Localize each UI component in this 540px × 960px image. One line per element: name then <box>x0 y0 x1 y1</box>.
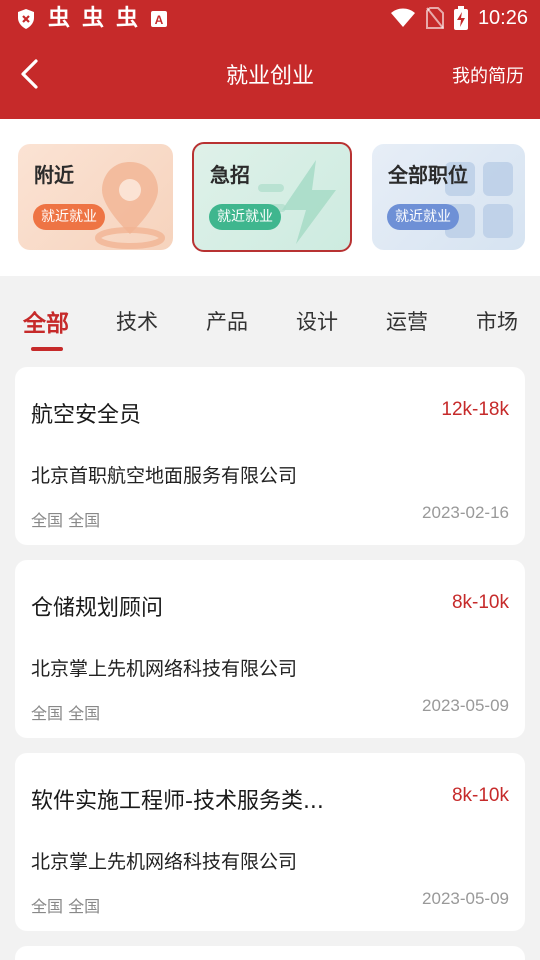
no-sim-icon <box>425 7 444 29</box>
job-card-partial[interactable] <box>15 946 525 960</box>
card-title: 急招 <box>210 163 250 187</box>
card-badge: 就近就业 <box>33 204 105 230</box>
job-salary: 8k-10k <box>451 785 509 806</box>
card-title: 附近 <box>34 163 74 187</box>
status-time: 10:26 <box>477 6 528 29</box>
shield-icon <box>18 9 34 29</box>
job-category-tabs: 全部 技术 产品 设计 运营 市场 <box>0 276 540 356</box>
job-date: 2023-02-16 <box>422 503 509 522</box>
svg-text:A: A <box>155 13 164 27</box>
job-title: 仓储规划顾问 <box>31 596 164 621</box>
status-bar: 虫 虫 虫 A 10:26 <box>0 0 540 38</box>
job-company: 北京掌上先机网络科技有限公司 <box>31 851 298 873</box>
card-badge: 就近就业 <box>209 204 281 230</box>
active-tab-indicator <box>31 347 63 351</box>
card-badge: 就近就业 <box>387 204 459 230</box>
job-date: 2023-05-09 <box>422 889 509 908</box>
job-title: 航空安全员 <box>31 403 142 428</box>
tab-design[interactable]: 设计 <box>296 306 338 336</box>
app-header: 虫 虫 虫 A 10:26 就业创业 我的简历 <box>0 0 540 119</box>
job-location: 全国 全国 <box>31 704 101 723</box>
bug-icon: 虫 <box>48 6 71 31</box>
tab-operations[interactable]: 运营 <box>386 306 428 336</box>
card-urgent[interactable]: 急招 就近就业 <box>192 142 352 252</box>
job-location: 全国 全国 <box>31 897 101 916</box>
tab-all[interactable]: 全部 <box>23 304 69 338</box>
job-salary: 12k-18k <box>441 399 509 420</box>
my-resume-link[interactable]: 我的简历 <box>452 62 524 88</box>
job-date: 2023-05-09 <box>422 696 509 715</box>
tab-tech[interactable]: 技术 <box>116 306 158 336</box>
job-company: 北京掌上先机网络科技有限公司 <box>31 658 298 680</box>
status-right-icons: 10:26 <box>390 6 528 30</box>
battery-charging-icon <box>453 6 468 30</box>
job-card[interactable]: 航空安全员 12k-18k 北京首职航空地面服务有限公司 全国 全国 2023-… <box>15 367 525 545</box>
wifi-icon <box>390 8 415 27</box>
category-cards: 附近 就近就业 急招 就近就业 全部职位 就近就业 <box>0 119 540 276</box>
job-card[interactable]: 仓储规划顾问 8k-10k 北京掌上先机网络科技有限公司 全国 全国 2023-… <box>15 560 525 738</box>
lightning-icon <box>258 160 336 244</box>
job-location: 全国 全国 <box>31 511 101 530</box>
bug-icon: 虫 <box>82 6 105 31</box>
card-title: 全部职位 <box>388 163 468 187</box>
job-card[interactable]: 软件实施工程师-技术服务类... 8k-10k 北京掌上先机网络科技有限公司 全… <box>15 753 525 931</box>
a-icon: A <box>151 11 168 27</box>
status-left-icons: 虫 虫 虫 A <box>16 7 168 31</box>
tab-marketing[interactable]: 市场 <box>476 306 518 336</box>
location-pin-icon <box>95 162 165 249</box>
job-salary: 8k-10k <box>451 592 509 613</box>
card-nearby[interactable]: 附近 就近就业 <box>18 144 173 250</box>
job-title: 软件实施工程师-技术服务类... <box>31 789 324 814</box>
card-all-jobs[interactable]: 全部职位 就近就业 <box>372 144 525 250</box>
bug-icon: 虫 <box>116 6 139 31</box>
job-company: 北京首职航空地面服务有限公司 <box>31 465 298 487</box>
tab-product[interactable]: 产品 <box>206 306 248 336</box>
